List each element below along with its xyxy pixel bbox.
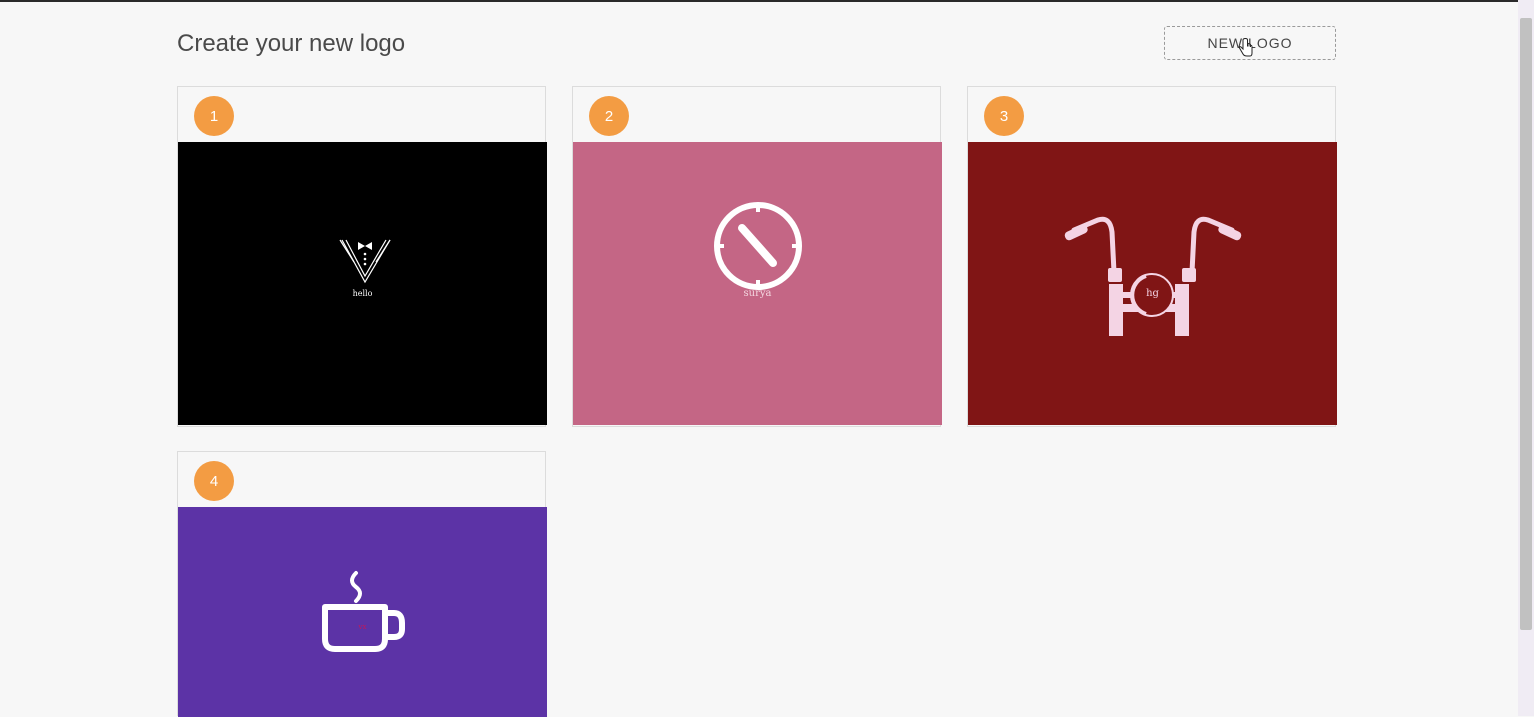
card-header: 4	[178, 452, 545, 507]
coffee-cup-icon	[322, 571, 405, 652]
card-number-badge: 2	[589, 96, 629, 136]
card-header: 1	[178, 87, 545, 142]
scrollbar-thumb[interactable]	[1520, 18, 1532, 630]
card-number-badge: 4	[194, 461, 234, 501]
logo-card-2[interactable]: 2 surya	[572, 86, 942, 427]
card-header: 2	[573, 87, 940, 142]
logo-card-4[interactable]: 4 vx	[177, 451, 547, 717]
logo-card-1[interactable]: 1 hello	[177, 86, 547, 427]
logo-caption: hello	[352, 289, 373, 298]
page-title: Create your new logo	[177, 30, 406, 57]
tuxedo-icon	[339, 239, 391, 284]
card-header: 3	[968, 87, 1335, 142]
compass-icon	[714, 202, 802, 290]
logo-preview[interactable]: hello	[178, 142, 547, 425]
hand-cursor-icon	[1238, 38, 1253, 57]
logo-preview[interactable]: vx	[178, 507, 547, 717]
logo-card-3[interactable]: 3 hg	[967, 86, 1337, 427]
logo-preview[interactable]: hg	[968, 142, 1337, 425]
card-number-badge: 3	[984, 96, 1024, 136]
logo-caption: surya	[743, 288, 772, 299]
logo-caption: vx	[358, 623, 367, 631]
motorcycle-handlebar-icon	[1064, 216, 1242, 336]
logo-caption: hg	[1146, 288, 1159, 299]
card-number-badge: 1	[194, 96, 234, 136]
window-top-border	[0, 0, 1534, 2]
logo-preview[interactable]: surya	[573, 142, 942, 425]
scrollbar[interactable]	[1518, 0, 1534, 716]
